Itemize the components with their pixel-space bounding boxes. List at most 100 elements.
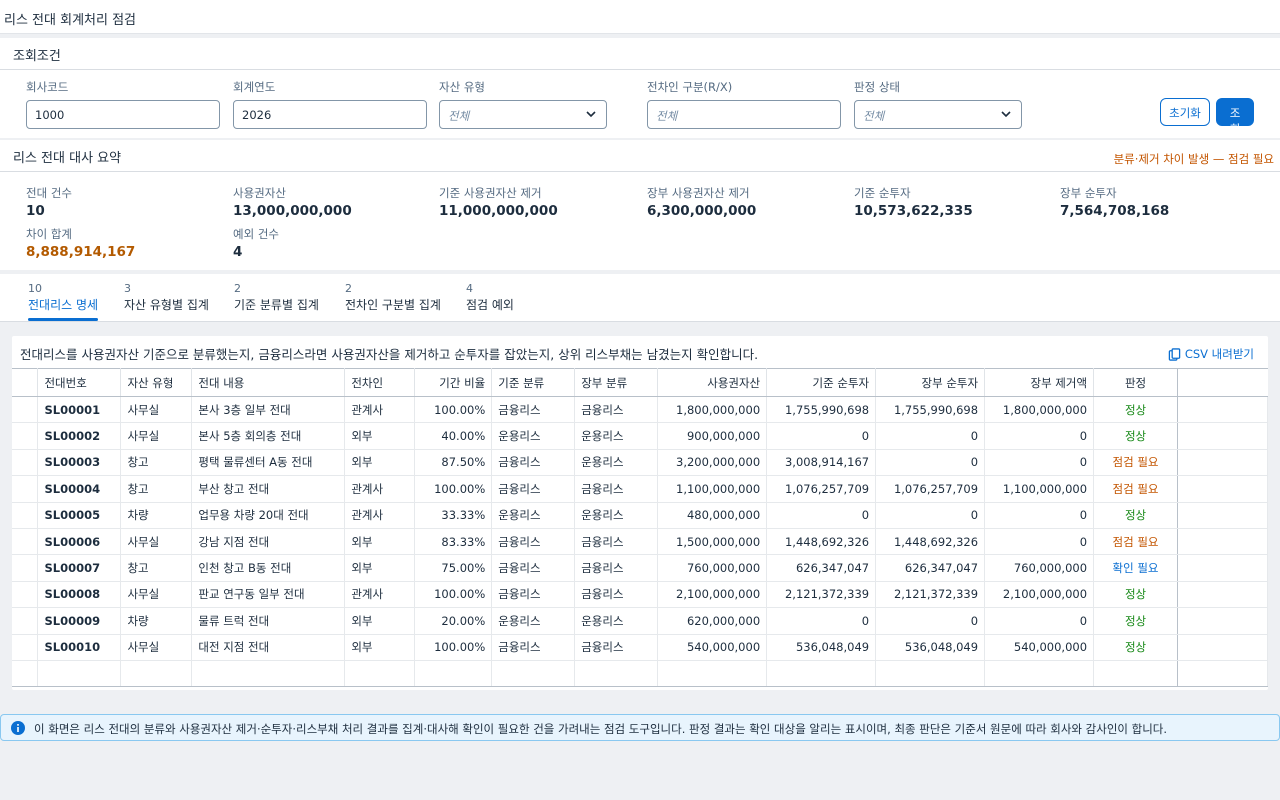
kpi-label: 차이 합계 <box>26 227 72 241</box>
table-cell: 536,048,049 <box>875 634 986 661</box>
column-header[interactable]: 전대 내용 <box>191 368 346 397</box>
row-selector-cell[interactable] <box>12 528 39 556</box>
kpi-label: 장부 사용권자산 제거 <box>647 186 750 200</box>
column-header[interactable]: 기준 순투자 <box>766 368 877 397</box>
company-code-input[interactable]: 1000 <box>26 100 220 129</box>
company-code-field: 회사코드 1000 <box>26 79 220 129</box>
filter-title: 조회조건 <box>13 49 61 64</box>
status-cell: 점검 필요 <box>1093 528 1178 556</box>
kpi-value: 7,564,708,168 <box>1060 203 1170 219</box>
row-selector-cell[interactable] <box>12 502 39 529</box>
table-cell: SL00001 <box>37 396 122 424</box>
empty-cell <box>120 660 193 688</box>
table-cell: 본사 3층 일부 전대 <box>191 396 346 424</box>
kpi-value: 4 <box>233 244 243 260</box>
tab-by-asset-type[interactable]: 3 자산 유형별 집계 <box>124 282 209 313</box>
asset-type-select[interactable]: 전체 <box>439 100 607 129</box>
row-selector-cell[interactable] <box>12 554 39 582</box>
row-selector-cell[interactable] <box>12 396 39 424</box>
table-cell: 2,100,000,000 <box>984 581 1095 609</box>
table-cell: 본사 5층 회의층 전대 <box>191 422 346 450</box>
lessee-type-input[interactable]: 전체 <box>647 100 841 129</box>
table-row[interactable]: SL00009 차량 물류 트럭 전대 외부 20.00% 운용리스 운용리스 620,000… <box>12 607 1268 635</box>
row-selector-cell[interactable] <box>12 449 39 477</box>
search-button[interactable]: 조회 <box>1216 98 1254 136</box>
table-cell: 운용리스 <box>574 449 659 477</box>
table-cell: 부산 창고 전대 <box>191 475 346 503</box>
table-cell: 1,448,692,326 <box>875 528 986 556</box>
csv-download-label: CSV 내려받기 <box>1184 347 1254 361</box>
empty-cell <box>12 660 39 688</box>
table-row[interactable]: SL00010 사무실 대전 지점 전대 외부 100.00% 금융리스 금융리스 540,0… <box>12 634 1268 661</box>
table-cell: SL00002 <box>37 422 122 450</box>
tab-by-lessee-type[interactable]: 2 전차인 구분별 집계 <box>345 282 441 313</box>
empty-cell <box>344 660 416 688</box>
table-row[interactable]: SL00001 사무실 본사 3층 일부 전대 관계사 100.00% 금융리스 금융리스 1… <box>12 396 1268 424</box>
table-cell: 540,000,000 <box>657 634 768 661</box>
column-header[interactable]: 장부 분류 <box>574 368 659 397</box>
status-cell: 정상 <box>1093 634 1178 661</box>
status-cell: 정상 <box>1093 581 1178 609</box>
column-header[interactable]: 전차인 <box>344 368 416 397</box>
table-cell: 금융리스 <box>491 634 576 661</box>
row-selector-cell[interactable] <box>12 634 39 661</box>
info-text: 이 화면은 리스 전대의 분류와 사용권자산 제거·순투자·리스부채 처리 결과… <box>34 722 1168 736</box>
empty-cell <box>984 660 1095 688</box>
judgement-status-value: 전체 <box>863 109 885 123</box>
fiscal-year-label: 회계연도 <box>233 80 276 94</box>
column-header[interactable]: 기간 비율 <box>414 368 493 397</box>
chevron-down-icon <box>1001 111 1011 118</box>
table-cell: 0 <box>875 502 986 529</box>
tab-exceptions[interactable]: 4 점검 예외 <box>466 282 514 313</box>
table-cell: 1,076,257,709 <box>875 475 986 503</box>
kpi-label: 예외 건수 <box>233 227 279 241</box>
table-row[interactable]: SL00006 사무실 강남 지점 전대 외부 83.33% 금융리스 금융리스 1,500,… <box>12 528 1268 556</box>
asset-type-field: 자산 유형 전체 <box>439 79 607 129</box>
company-code-label: 회사코드 <box>26 80 69 94</box>
table-cell: 1,800,000,000 <box>657 396 768 424</box>
empty-cell <box>37 660 122 688</box>
kpi-label: 장부 순투자 <box>1060 186 1117 200</box>
tab-sublease-list[interactable]: 10 전대리스 명세 <box>28 282 99 321</box>
empty-cell <box>191 660 346 688</box>
reset-button[interactable]: 초기화 <box>1160 98 1210 126</box>
table-cell: 760,000,000 <box>657 554 768 582</box>
table-row[interactable]: SL00003 창고 평택 물류센터 A동 전대 외부 87.50% 금융리스 운용리스 3,… <box>12 449 1268 477</box>
table-cell: 2,121,372,339 <box>766 581 877 609</box>
status-cell: 정상 <box>1093 396 1178 424</box>
table-cell: 외부 <box>344 449 416 477</box>
fiscal-year-input[interactable]: 2026 <box>233 100 427 129</box>
table-row[interactable]: SL00004 창고 부산 창고 전대 관계사 100.00% 금융리스 금융리스 1,100… <box>12 475 1268 503</box>
table-cell: 판교 연구동 일부 전대 <box>191 581 346 609</box>
filler-cell <box>1177 475 1268 503</box>
row-selector-cell[interactable] <box>12 422 39 450</box>
table-cell: 창고 <box>120 449 193 477</box>
table-cell: 536,048,049 <box>766 634 877 661</box>
info-message-strip: 이 화면은 리스 전대의 분류와 사용권자산 제거·순투자·리스부채 처리 결과… <box>0 714 1280 741</box>
table-row[interactable]: SL00005 차량 업무용 차량 20대 전대 관계사 33.33% 운용리스 운용리스 4… <box>12 502 1268 529</box>
table-cell: 금융리스 <box>491 554 576 582</box>
column-header[interactable]: 장부 순투자 <box>875 368 986 397</box>
table-row[interactable]: SL00007 창고 인천 창고 B동 전대 외부 75.00% 금융리스 금융리스 760,… <box>12 554 1268 582</box>
column-header[interactable]: 전대번호 <box>37 368 122 397</box>
table-cell: 0 <box>766 502 877 529</box>
row-selector-cell[interactable] <box>12 581 39 609</box>
column-header[interactable]: 자산 유형 <box>120 368 193 397</box>
tab-label: 자산 유형별 집계 <box>124 298 209 312</box>
table-cell: 외부 <box>344 554 416 582</box>
tab-by-std-classification[interactable]: 2 기준 분류별 집계 <box>234 282 319 313</box>
column-header[interactable]: 기준 분류 <box>491 368 576 397</box>
status-cell: 정상 <box>1093 422 1178 450</box>
status-cell: 점검 필요 <box>1093 475 1178 503</box>
table-row[interactable]: SL00008 사무실 판교 연구동 일부 전대 관계사 100.00% 금융리스 금융리스… <box>12 581 1268 609</box>
filler-cell <box>1177 449 1268 477</box>
column-header[interactable]: 장부 제거액 <box>984 368 1095 397</box>
column-header[interactable]: 사용권자산 <box>657 368 768 397</box>
row-selector-cell[interactable] <box>12 475 39 503</box>
table-row[interactable]: SL00002 사무실 본사 5층 회의층 전대 외부 40.00% 운용리스 운용리스 90… <box>12 422 1268 450</box>
table-cell: SL00009 <box>37 607 122 635</box>
row-selector-cell[interactable] <box>12 607 39 635</box>
csv-download-button[interactable]: CSV 내려받기 <box>1168 346 1254 362</box>
judgement-status-select[interactable]: 전체 <box>854 100 1022 129</box>
column-header[interactable]: 판정 <box>1093 368 1178 397</box>
